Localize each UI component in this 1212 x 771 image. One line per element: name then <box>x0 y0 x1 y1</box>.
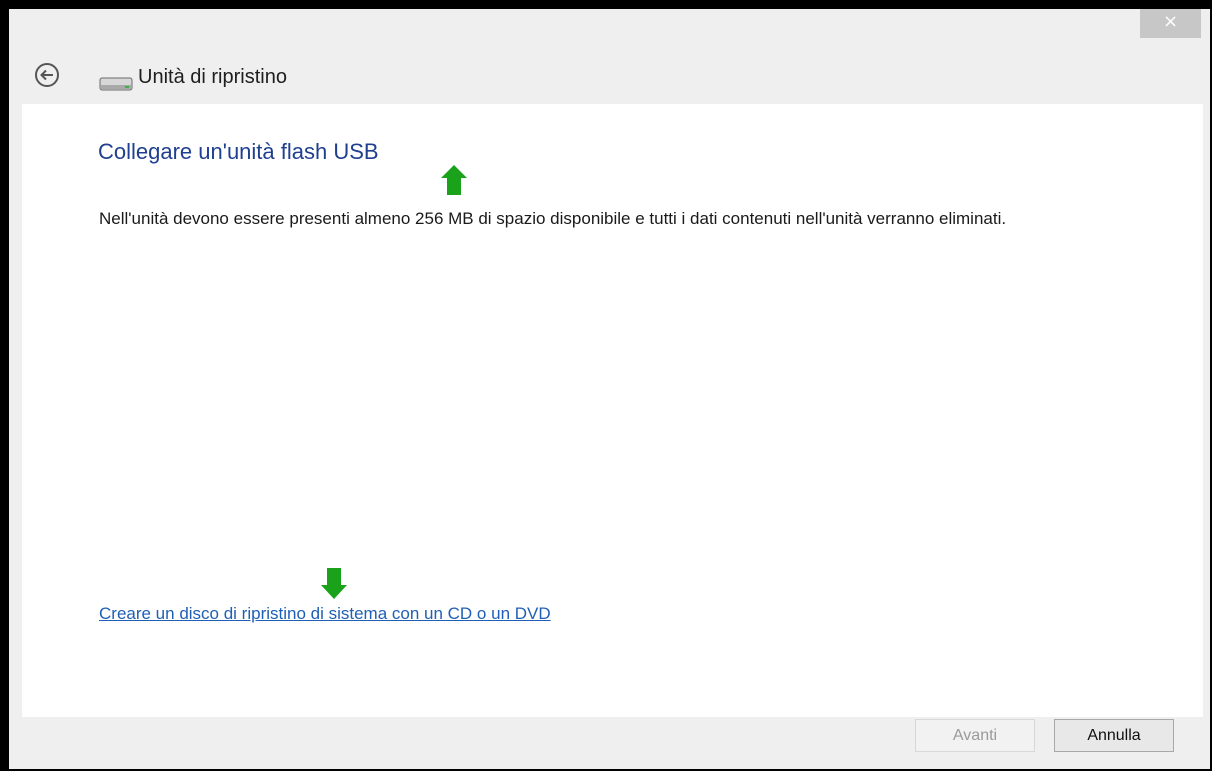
drive-icon <box>99 72 137 94</box>
annotation-arrow-down-icon <box>321 568 347 599</box>
cancel-button[interactable]: Annulla <box>1054 719 1174 752</box>
back-button[interactable] <box>33 61 61 89</box>
description-text: Nell'unità devono essere presenti almeno… <box>99 209 1007 228</box>
create-cd-dvd-link[interactable]: Creare un disco di ripristino di sistema… <box>99 604 551 624</box>
page-heading: Collegare un'unità flash USB <box>98 139 379 164</box>
close-button[interactable]: × <box>1140 9 1201 38</box>
annotation-arrow-up-icon <box>441 165 467 195</box>
screen-frame: × Unità di ripristino Collegare un'unità… <box>0 0 1212 771</box>
back-arrow-icon <box>35 63 59 87</box>
window-title: Unità di ripristino <box>138 66 287 88</box>
content-panel: Collegare un'unità flash USB Nell'unità … <box>22 104 1203 717</box>
next-button[interactable]: Avanti <box>915 719 1035 752</box>
recovery-drive-window: × Unità di ripristino Collegare un'unità… <box>9 9 1210 769</box>
